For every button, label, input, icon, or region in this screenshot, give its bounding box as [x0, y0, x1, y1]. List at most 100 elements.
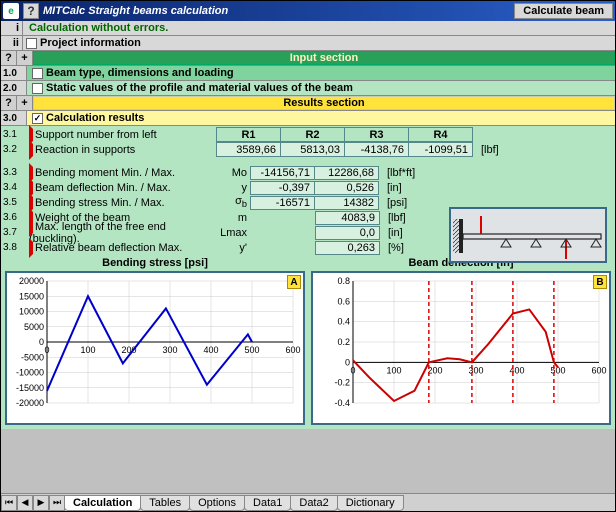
data-area: 3.1 Support number from left R1 R2 R3 R4… [1, 126, 615, 429]
row-symbol: Mo [217, 167, 251, 179]
r3-head: R3 [344, 127, 409, 142]
chart-a-letter[interactable]: A [287, 275, 301, 289]
reaction-label: Reaction in supports [35, 144, 135, 156]
app-icon: e [3, 3, 19, 19]
row-num: 3.7 [1, 227, 27, 238]
beam-type-row[interactable]: 1.0 Beam type, dimensions and loading [1, 66, 615, 81]
help-icon[interactable]: ? [23, 3, 39, 19]
project-label: Project information [40, 37, 141, 49]
unit: [lbf] [481, 144, 499, 156]
svg-text:300: 300 [162, 345, 177, 355]
status-index: i [1, 21, 23, 35]
svg-text:-0.2: -0.2 [334, 378, 350, 388]
tab-data1[interactable]: Data1 [244, 495, 291, 511]
row-num: 3.6 [1, 212, 27, 223]
svg-text:0.8: 0.8 [337, 276, 350, 286]
static-values-row[interactable]: 2.0 Static values of the profile and mat… [1, 81, 615, 96]
static-label: Static values of the profile and materia… [46, 82, 353, 94]
sheet-tabs: ⏮ ◀ ▶ ⏭ CalculationTablesOptionsData1Dat… [1, 493, 615, 511]
svg-text:-5000: -5000 [21, 352, 44, 362]
row-num: 3.5 [1, 197, 27, 208]
results-section-header: ? + Results section [1, 96, 615, 111]
tab-nav[interactable]: ⏮ ◀ ▶ ⏭ [1, 495, 65, 511]
row-num: 3.4 [1, 182, 27, 193]
results-section-title: Results section [33, 96, 615, 110]
beam-type-label: Beam type, dimensions and loading [46, 67, 234, 79]
chart-a-box: A -20000-15000-10000-5000050001000015000… [5, 271, 305, 425]
tab-next-icon[interactable]: ▶ [33, 495, 49, 511]
row-label: Bending moment Min. / Max. [27, 167, 217, 179]
r1-head: R1 [216, 127, 281, 142]
data-row-3.4: 3.4Beam deflection Min. / Max.y-0,3970,5… [1, 180, 615, 195]
row-num: 3.2 [1, 144, 27, 155]
app-title: MITCalc Straight beams calculation [43, 5, 510, 17]
svg-text:300: 300 [468, 365, 483, 375]
svg-text:0.4: 0.4 [337, 317, 350, 327]
svg-text:500: 500 [244, 345, 259, 355]
tab-data2[interactable]: Data2 [290, 495, 337, 511]
row-num: 3.0 [1, 111, 27, 125]
svg-text:-0.4: -0.4 [334, 398, 350, 408]
r1-val: 3589,66 [216, 142, 281, 157]
r4-val: -1099,51 [408, 142, 473, 157]
status-row: i Calculation without errors. [1, 21, 615, 36]
row-num: 3.8 [1, 242, 27, 253]
expand-button[interactable]: + [17, 51, 33, 65]
chart-b-box: B -0.4-0.200.20.40.60.801002003004005006… [311, 271, 611, 425]
val-max: 12286,68 [314, 166, 379, 180]
support-label: Support number from left [35, 129, 157, 141]
svg-text:10000: 10000 [19, 307, 44, 317]
tab-tables[interactable]: Tables [140, 495, 190, 511]
chart-b-letter[interactable]: B [593, 275, 607, 289]
r4-head: R4 [408, 127, 473, 142]
svg-text:100: 100 [386, 365, 401, 375]
val-max: 14382 [314, 196, 379, 210]
svg-text:5000: 5000 [24, 322, 44, 332]
static-checkbox[interactable] [32, 83, 43, 94]
chart-b: Beam deflection [in] B -0.4-0.200.20.40.… [311, 257, 611, 425]
tab-last-icon[interactable]: ⏭ [49, 495, 65, 511]
val-max: 0,263 [315, 241, 380, 255]
chart-a: Bending stress [psi] A -20000-15000-1000… [5, 257, 305, 425]
input-section-title: Input section [33, 51, 615, 65]
project-info-row[interactable]: ii Project information [1, 36, 615, 51]
support-header-row: 3.1 Support number from left R1 R2 R3 R4 [1, 127, 615, 142]
expand-button[interactable]: + [17, 96, 33, 110]
unit: [in] [387, 182, 402, 194]
row-symbol: Lmax [217, 227, 251, 239]
svg-text:0: 0 [39, 337, 44, 347]
tab-options[interactable]: Options [189, 495, 245, 511]
calc-label: Calculation results [46, 112, 144, 124]
svg-text:600: 600 [285, 345, 300, 355]
unit: [lbf*ft] [387, 167, 415, 179]
project-index: ii [1, 36, 23, 50]
r3-val: -4138,76 [344, 142, 409, 157]
svg-text:-15000: -15000 [16, 383, 44, 393]
unit: [%] [388, 242, 404, 254]
calc-checkbox[interactable]: ✓ [32, 113, 43, 124]
calc-results-row[interactable]: 3.0 ✓Calculation results [1, 111, 615, 126]
help-button[interactable]: ? [1, 96, 17, 110]
tab-calculation[interactable]: Calculation [64, 495, 141, 511]
beam-type-checkbox[interactable] [32, 68, 43, 79]
svg-text:-10000: -10000 [16, 368, 44, 378]
tab-dictionary[interactable]: Dictionary [337, 495, 404, 511]
marker-icon [29, 140, 33, 160]
row-num: 3.3 [1, 167, 27, 178]
svg-text:-20000: -20000 [16, 398, 44, 408]
calculate-beam-button[interactable]: Calculate beam [514, 3, 613, 19]
data-row-3.3: 3.3Bending moment Min. / Max.Mo-14156,71… [1, 165, 615, 180]
project-checkbox[interactable] [26, 38, 37, 49]
chart-area: Bending stress [psi] A -20000-15000-1000… [1, 255, 615, 425]
tab-first-icon[interactable]: ⏮ [1, 495, 17, 511]
svg-text:20000: 20000 [19, 276, 44, 286]
r2-head: R2 [280, 127, 345, 142]
svg-text:0.2: 0.2 [337, 337, 350, 347]
val-max: 0,526 [314, 181, 379, 195]
row-symbol: σb [217, 195, 251, 209]
val-min: -0,397 [250, 181, 315, 195]
val-max: 4083,9 [315, 211, 380, 225]
help-button[interactable]: ? [1, 51, 17, 65]
tab-prev-icon[interactable]: ◀ [17, 495, 33, 511]
beam-diagram [449, 207, 607, 263]
